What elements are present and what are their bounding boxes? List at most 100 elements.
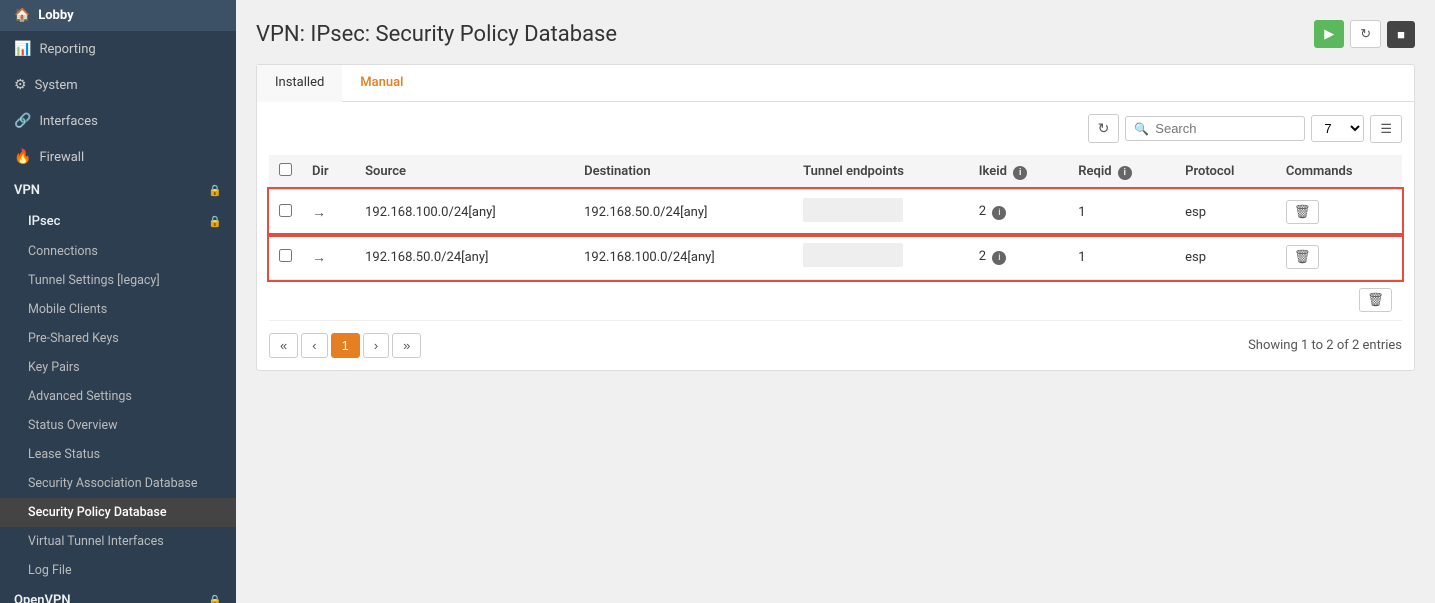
row2-reqid: 1 bbox=[1068, 235, 1175, 280]
row2-checkbox-cell bbox=[269, 235, 302, 280]
sidebar-lobby-label: Lobby bbox=[38, 8, 73, 23]
sidebar-vpn-label: VPN bbox=[14, 183, 40, 198]
page-title: VPN: IPsec: Security Policy Database bbox=[256, 22, 617, 47]
row2-tunnel-bar bbox=[803, 243, 903, 267]
row1-protocol: esp bbox=[1175, 189, 1276, 235]
row1-tunnel-bar bbox=[803, 198, 903, 222]
sidebar-sub-virtual-tunnel[interactable]: Virtual Tunnel Interfaces bbox=[0, 527, 236, 556]
sidebar-openvpn-label: OpenVPN bbox=[14, 593, 71, 603]
play-button[interactable]: ▶ bbox=[1314, 20, 1344, 48]
sidebar-item-vpn[interactable]: VPN 🔒 bbox=[0, 175, 236, 206]
row1-reqid: 1 bbox=[1068, 189, 1175, 235]
status-overview-label: Status Overview bbox=[28, 418, 118, 433]
pag-last-button[interactable]: » bbox=[392, 333, 421, 358]
row1-destination: 192.168.50.0/24[any] bbox=[574, 189, 793, 235]
tab-bar: Installed Manual bbox=[256, 64, 1415, 102]
system-icon: ⚙ bbox=[14, 77, 27, 93]
sidebar-item-firewall[interactable]: 🔥 Firewall bbox=[0, 139, 236, 175]
sidebar-sub-connections[interactable]: Connections bbox=[0, 237, 236, 266]
sidebar-sub-security-policy[interactable]: Security Policy Database bbox=[0, 498, 236, 527]
sidebar-item-interfaces[interactable]: 🔗 Interfaces bbox=[0, 103, 236, 139]
col-header-source: Source bbox=[355, 155, 574, 189]
connections-label: Connections bbox=[28, 244, 98, 259]
sidebar-sub-mobile-clients[interactable]: Mobile Clients bbox=[0, 295, 236, 324]
row1-delete-button[interactable]: 🗑 bbox=[1286, 200, 1319, 224]
sidebar-sub-status-overview[interactable]: Status Overview bbox=[0, 411, 236, 440]
table-toolbar: ↻ 🔍 7 10 25 ☰ bbox=[269, 114, 1402, 143]
rows-per-page-select[interactable]: 7 10 25 bbox=[1311, 115, 1364, 142]
row1-ikeid: 2 i bbox=[969, 189, 1068, 235]
tab-manual[interactable]: Manual bbox=[342, 65, 421, 102]
vpn-lock-icon: 🔒 bbox=[208, 184, 222, 197]
col-header-ikeid: Ikeid i bbox=[969, 155, 1068, 189]
home-icon: 🏠 bbox=[14, 8, 30, 23]
select-all-checkbox[interactable] bbox=[279, 163, 292, 176]
table-row-empty: 🗑 bbox=[269, 280, 1402, 321]
stop-button[interactable]: ■ bbox=[1387, 21, 1415, 48]
pagination-buttons: « ‹ 1 › » bbox=[269, 333, 421, 358]
advanced-settings-label: Advanced Settings bbox=[28, 389, 132, 404]
pagination-entries: Showing 1 to 2 of 2 entries bbox=[1248, 338, 1402, 353]
lease-status-label: Lease Status bbox=[28, 447, 100, 462]
toolbar-refresh-button[interactable]: ↻ bbox=[1088, 114, 1120, 143]
sidebar-sub-security-association[interactable]: Security Association Database bbox=[0, 469, 236, 498]
row2-ikeid: 2 i bbox=[969, 235, 1068, 280]
mobile-clients-label: Mobile Clients bbox=[28, 302, 107, 317]
search-wrap: 🔍 bbox=[1125, 116, 1305, 141]
sidebar-sub-advanced-settings[interactable]: Advanced Settings bbox=[0, 382, 236, 411]
sidebar-item-system[interactable]: ⚙ System bbox=[0, 67, 236, 103]
col-header-commands: Commands bbox=[1276, 155, 1402, 189]
pre-shared-keys-label: Pre-Shared Keys bbox=[28, 331, 119, 346]
tab-installed[interactable]: Installed bbox=[257, 65, 342, 102]
col-header-dir: Dir bbox=[302, 155, 355, 189]
sidebar-item-reporting[interactable]: 📊 Reporting bbox=[0, 31, 236, 67]
security-association-label: Security Association Database bbox=[28, 476, 197, 491]
pag-first-button[interactable]: « bbox=[269, 333, 298, 358]
sidebar-lobby[interactable]: 🏠 Lobby bbox=[0, 0, 236, 31]
refresh-button[interactable]: ↻ bbox=[1350, 20, 1381, 48]
col-header-tunnel-endpoints: Tunnel endpoints bbox=[793, 155, 969, 189]
sidebar-item-openvpn[interactable]: OpenVPN 🔒 bbox=[0, 585, 236, 603]
row2-tunnel-endpoints bbox=[793, 235, 969, 280]
reporting-icon: 📊 bbox=[14, 41, 31, 57]
row2-delete-button[interactable]: 🗑 bbox=[1286, 245, 1319, 269]
ikeid-info-icon[interactable]: i bbox=[1013, 166, 1027, 180]
empty-row-commands: 🗑 bbox=[269, 280, 1402, 321]
row1-checkbox[interactable] bbox=[279, 204, 292, 217]
row1-ikeid-info[interactable]: i bbox=[992, 206, 1006, 220]
row2-dir: → bbox=[302, 235, 355, 280]
pag-next-button[interactable]: › bbox=[363, 333, 389, 358]
layout-button[interactable]: ☰ bbox=[1370, 115, 1402, 143]
row1-checkbox-cell bbox=[269, 189, 302, 235]
sidebar-ipsec-label: IPsec bbox=[28, 214, 60, 229]
key-pairs-label: Key Pairs bbox=[28, 360, 80, 375]
openvpn-lock-icon: 🔒 bbox=[208, 594, 222, 603]
search-input[interactable] bbox=[1155, 121, 1296, 136]
firewall-icon: 🔥 bbox=[14, 149, 31, 165]
row2-dir-arrow: → bbox=[312, 250, 326, 266]
sidebar-sub-key-pairs[interactable]: Key Pairs bbox=[0, 353, 236, 382]
col-header-destination: Destination bbox=[574, 155, 793, 189]
sidebar-sub-log-file[interactable]: Log File bbox=[0, 556, 236, 585]
row2-checkbox[interactable] bbox=[279, 249, 292, 262]
row2-ikeid-info[interactable]: i bbox=[992, 251, 1006, 265]
pag-prev-button[interactable]: ‹ bbox=[301, 333, 327, 358]
row2-source: 192.168.50.0/24[any] bbox=[355, 235, 574, 280]
col-header-checkbox bbox=[269, 155, 302, 189]
pagination: « ‹ 1 › » Showing 1 to 2 of 2 entries bbox=[269, 333, 1402, 358]
search-icon: 🔍 bbox=[1134, 122, 1149, 136]
sidebar-reporting-label: Reporting bbox=[39, 42, 95, 57]
row2-protocol: esp bbox=[1175, 235, 1276, 280]
sidebar-sub-pre-shared-keys[interactable]: Pre-Shared Keys bbox=[0, 324, 236, 353]
ipsec-lock-icon: 🔒 bbox=[208, 215, 222, 228]
sidebar-item-ipsec[interactable]: IPsec 🔒 bbox=[0, 206, 236, 237]
pag-page1-button[interactable]: 1 bbox=[331, 333, 360, 358]
sidebar-sub-tunnel-settings[interactable]: Tunnel Settings [legacy] bbox=[0, 266, 236, 295]
row3-delete-button[interactable]: 🗑 bbox=[1359, 288, 1392, 312]
sidebar-firewall-label: Firewall bbox=[39, 150, 84, 165]
reqid-info-icon[interactable]: i bbox=[1118, 166, 1132, 180]
col-header-protocol: Protocol bbox=[1175, 155, 1276, 189]
sidebar-sub-lease-status[interactable]: Lease Status bbox=[0, 440, 236, 469]
table-row: → 192.168.50.0/24[any] 192.168.100.0/24[… bbox=[269, 235, 1402, 280]
table-row: → 192.168.100.0/24[any] 192.168.50.0/24[… bbox=[269, 189, 1402, 235]
